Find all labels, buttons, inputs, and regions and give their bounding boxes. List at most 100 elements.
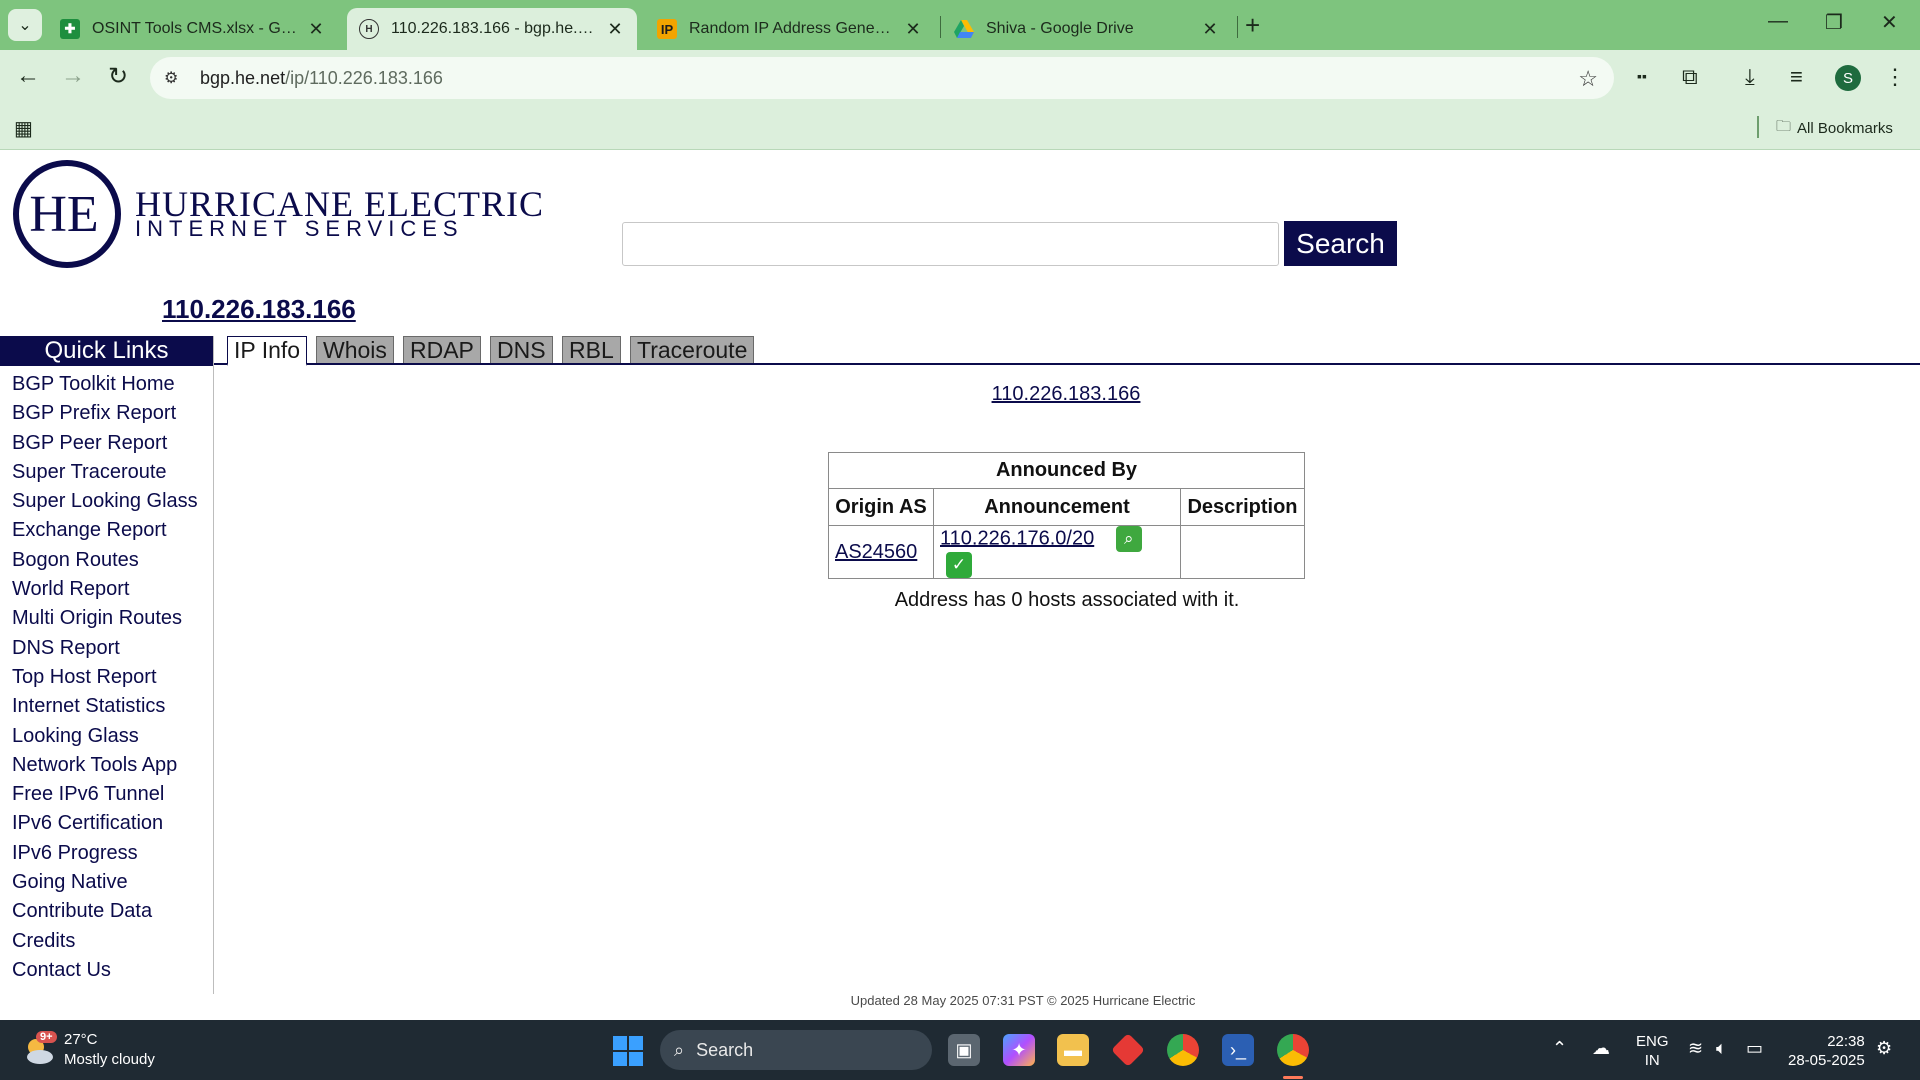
- bookmarks-bar: ▦ 🗀 All Bookmarks: [0, 106, 1920, 150]
- result-ip-text[interactable]: 110.226.183.166: [992, 383, 1141, 405]
- close-icon[interactable]: ✕: [605, 19, 625, 40]
- bookmark-star-icon[interactable]: ☆: [1578, 66, 1598, 92]
- tab-separator: [940, 16, 941, 38]
- quick-link-item[interactable]: Network Tools App: [0, 751, 213, 780]
- language-code: ENG: [1636, 1033, 1669, 1050]
- browser-tab-ip-generator[interactable]: IP Random IP Address Generator, ✕: [645, 8, 935, 50]
- browser-tab-bgp[interactable]: H 110.226.183.166 - bgp.he.net ✕: [347, 8, 637, 50]
- tab-ip-info[interactable]: IP Info: [227, 336, 308, 366]
- ip-heading-link[interactable]: 110.226.183.166: [162, 294, 356, 325]
- announcement-link[interactable]: 110.226.176.0/20: [940, 527, 1094, 549]
- origin-as-cell: AS24560: [828, 525, 934, 579]
- back-arrow-icon[interactable]: ←: [12, 62, 44, 90]
- magnifier-search-icon[interactable]: ⌕: [1115, 526, 1142, 552]
- all-bookmarks-button[interactable]: 🗀 All Bookmarks: [1776, 116, 1893, 141]
- profile-avatar[interactable]: S: [1835, 65, 1861, 91]
- extensions-puzzle-icon[interactable]: ⧉: [1682, 64, 1698, 90]
- media-playlist-icon[interactable]: ≡: [1790, 64, 1803, 90]
- table-row: AS24560 110.226.176.0/20 ⌕ ✓: [828, 525, 1305, 579]
- close-icon[interactable]: ✕: [903, 19, 923, 40]
- active-app-indicator: [1283, 1076, 1303, 1079]
- quick-link-item[interactable]: Super Traceroute: [0, 458, 213, 487]
- quick-link-item[interactable]: BGP Peer Report: [0, 429, 213, 458]
- quick-link-item[interactable]: Contribute Data: [0, 897, 213, 926]
- file-explorer-icon[interactable]: ▬: [1057, 1034, 1089, 1066]
- quick-link-item[interactable]: IPv6 Certification: [0, 809, 213, 838]
- quick-link-item[interactable]: Internet Statistics: [0, 692, 213, 721]
- new-tab-plus-icon[interactable]: +: [1245, 10, 1260, 40]
- site-info-icon[interactable]: ⚙: [164, 68, 188, 88]
- logo-wordmark[interactable]: HURRICANE ELECTRIC INTERNET SERVICES: [135, 186, 544, 240]
- media-cast-icon[interactable]: ▪▪: [1637, 68, 1647, 84]
- quick-link-item[interactable]: Going Native: [0, 868, 213, 897]
- taskbar-search-box[interactable]: ⌕ Search: [660, 1030, 932, 1070]
- browser-tab-drive[interactable]: Shiva - Google Drive ✕: [942, 8, 1232, 50]
- column-header-description: Description: [1180, 488, 1305, 526]
- system-clock[interactable]: 22:38 28-05-2025: [1788, 1032, 1865, 1070]
- tab-traceroute[interactable]: Traceroute: [630, 336, 755, 365]
- reload-icon[interactable]: ↻: [102, 62, 134, 91]
- kebab-menu-icon[interactable]: ⋮: [1884, 64, 1906, 90]
- language-region: IN: [1644, 1052, 1660, 1069]
- close-icon[interactable]: ✕: [1200, 19, 1220, 40]
- chevron-up-icon[interactable]: ⌃: [1552, 1038, 1567, 1059]
- checkmark-valid-icon[interactable]: ✓: [946, 552, 972, 578]
- quick-link-item[interactable]: Contact Us: [0, 956, 213, 985]
- minimize-icon[interactable]: —: [1768, 10, 1788, 33]
- apps-grid-icon[interactable]: ▦: [14, 116, 33, 141]
- cloudy-weather-icon: 9+: [22, 1031, 57, 1067]
- search-icon: ⌕: [674, 1039, 685, 1060]
- quick-link-item[interactable]: IPv6 Progress: [0, 839, 213, 868]
- url-host: bgp.he.net: [200, 67, 286, 88]
- chrome-profile-icon[interactable]: [1277, 1034, 1309, 1066]
- close-window-icon[interactable]: ✕: [1881, 10, 1898, 35]
- quick-link-item[interactable]: Free IPv6 Tunnel: [0, 780, 213, 809]
- quick-links-sidebar: Quick Links BGP Toolkit Home BGP Prefix R…: [0, 336, 214, 994]
- weather-alert-badge: 9+: [36, 1031, 57, 1043]
- quick-link-item[interactable]: Exchange Report: [0, 516, 213, 545]
- weather-condition: Mostly cloudy: [64, 1051, 155, 1068]
- quick-links-list: BGP Toolkit Home BGP Prefix Report BGP Pee…: [0, 366, 213, 985]
- anydesk-icon[interactable]: [1111, 1033, 1145, 1067]
- chrome-icon[interactable]: [1167, 1034, 1199, 1066]
- result-ip-link: 110.226.183.166: [0, 383, 1920, 406]
- quick-link-item[interactable]: Looking Glass: [0, 722, 213, 751]
- quick-link-item[interactable]: Super Looking Glass: [0, 487, 213, 516]
- language-indicator[interactable]: ENG IN: [1636, 1032, 1669, 1070]
- origin-as-link[interactable]: AS24560: [835, 541, 917, 563]
- weather-temp: 27°C: [64, 1031, 98, 1048]
- quick-link-item[interactable]: DNS Report: [0, 634, 213, 663]
- hurricane-electric-logo[interactable]: HE: [12, 159, 122, 269]
- tab-rdap[interactable]: RDAP: [403, 336, 481, 365]
- column-header-announcement: Announcement: [933, 488, 1181, 526]
- volume-icon[interactable]: 🔈︎: [1716, 1038, 1727, 1059]
- copilot-icon[interactable]: ✦: [1003, 1034, 1035, 1066]
- tab-search-button[interactable]: ⌄: [8, 9, 42, 41]
- wifi-icon[interactable]: ≋: [1688, 1038, 1703, 1059]
- tab-rbl[interactable]: RBL: [562, 336, 621, 365]
- clock-time: 22:38: [1827, 1033, 1865, 1050]
- quick-link-item[interactable]: Bogon Routes: [0, 546, 213, 575]
- restore-icon[interactable]: ❐: [1825, 10, 1843, 35]
- tab-whois[interactable]: Whois: [316, 336, 394, 365]
- weather-widget[interactable]: 9+ 27°C Mostly cloudy: [22, 1030, 155, 1070]
- quick-link-item[interactable]: Top Host Report: [0, 663, 213, 692]
- quick-link-item[interactable]: Credits: [0, 927, 213, 956]
- close-icon[interactable]: ✕: [306, 19, 326, 40]
- powershell-icon[interactable]: ›_: [1222, 1034, 1254, 1066]
- task-view-icon[interactable]: ▣: [948, 1034, 980, 1066]
- download-icon[interactable]: ⤓: [1745, 64, 1755, 90]
- search-button[interactable]: Search: [1284, 221, 1397, 266]
- url-text[interactable]: bgp.he.net/ip/110.226.183.166: [200, 68, 443, 89]
- search-input[interactable]: [622, 222, 1279, 266]
- tab-dns[interactable]: DNS: [490, 336, 553, 365]
- battery-icon[interactable]: ▭: [1746, 1038, 1763, 1059]
- notification-bell-icon[interactable]: ⚙: [1876, 1038, 1892, 1059]
- onedrive-icon[interactable]: ☁: [1592, 1038, 1610, 1059]
- tab-separator: [1237, 16, 1238, 38]
- windows-start-icon[interactable]: [613, 1036, 643, 1066]
- forward-arrow-icon[interactable]: →: [57, 62, 89, 90]
- ip-icon: IP: [657, 19, 677, 39]
- browser-tab-osint[interactable]: ✚ OSINT Tools CMS.xlsx - Google ✕: [48, 8, 338, 50]
- address-bar[interactable]: ⚙ bgp.he.net/ip/110.226.183.166 ☆: [150, 57, 1614, 99]
